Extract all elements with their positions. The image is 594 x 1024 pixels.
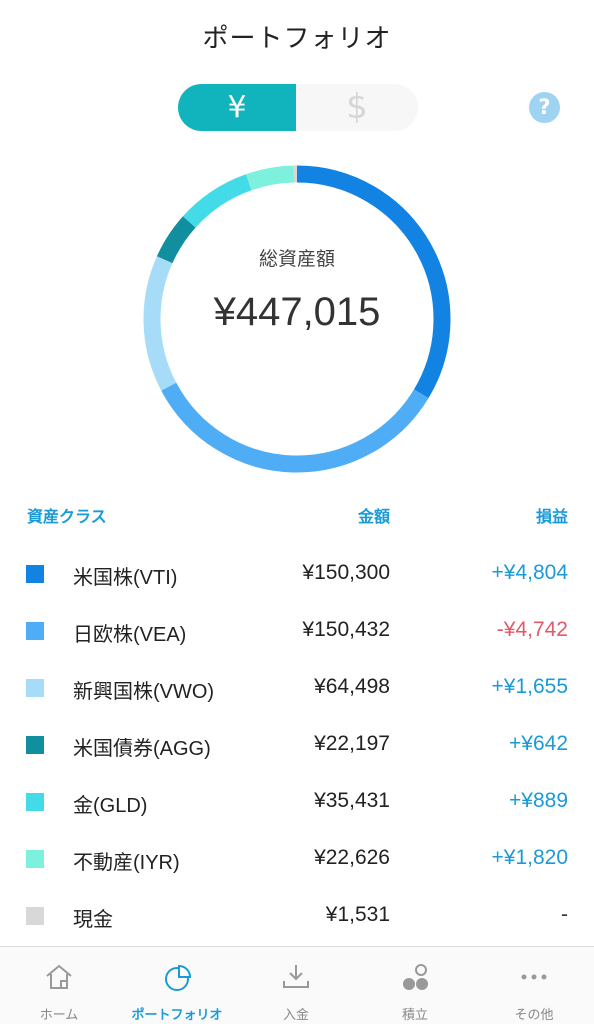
- deposit-icon: [283, 965, 309, 988]
- asset-profit-loss: +¥642: [509, 732, 568, 755]
- tab-label: ポートフォリオ: [131, 1008, 223, 1023]
- asset-class-header: 資産クラス: [27, 507, 107, 526]
- bottom-tab-bar: ホーム ポートフォリオ 入金 積立 その他: [0, 946, 594, 1024]
- tab-deposit[interactable]: 入金: [237, 947, 355, 1024]
- asset-amount: ¥64,498: [314, 675, 390, 698]
- asset-name: 新興国株(VWO): [73, 681, 215, 703]
- asset-name: 不動産(IYR): [73, 852, 180, 874]
- asset-amount: ¥1,531: [325, 903, 390, 926]
- asset-name: 日欧株(VEA): [73, 624, 187, 646]
- currency-toggle[interactable]: ¥ $: [178, 84, 418, 131]
- yen-toggle-button[interactable]: ¥: [178, 84, 296, 131]
- asset-profit-loss: -: [561, 903, 568, 926]
- asset-profit-loss: +¥1,820: [491, 846, 569, 869]
- tab-more[interactable]: その他: [475, 947, 593, 1024]
- asset-amount: ¥150,432: [302, 618, 390, 641]
- color-swatch: [26, 850, 44, 868]
- page-title: ポートフォリオ: [202, 24, 392, 54]
- portfolio-chart-icon: [165, 964, 192, 991]
- color-swatch: [26, 736, 44, 754]
- asset-name: 現金: [73, 909, 113, 931]
- asset-row-cash[interactable]: 現金 ¥1,531 -: [0, 887, 594, 944]
- asset-amount: ¥150,300: [302, 561, 390, 584]
- asset-row-iyr[interactable]: 不動産(IYR) ¥22,626 +¥1,820: [0, 830, 594, 887]
- tab-label: 積立: [401, 1008, 428, 1023]
- asset-row-vea[interactable]: 日欧株(VEA) ¥150,432 -¥4,742: [0, 602, 594, 659]
- profit-loss-header: 損益: [535, 507, 568, 526]
- tab-home[interactable]: ホーム: [0, 947, 118, 1024]
- savings-icon: [403, 964, 428, 990]
- tab-portfolio[interactable]: ポートフォリオ: [118, 947, 236, 1024]
- asset-name: 米国債券(AGG): [73, 738, 211, 760]
- total-assets-value: ¥447,015: [213, 290, 381, 334]
- asset-amount: ¥22,626: [314, 846, 390, 869]
- help-icon[interactable]: ?: [529, 92, 560, 123]
- more-icon: [521, 974, 547, 980]
- asset-amount: ¥35,431: [314, 789, 390, 812]
- asset-row-vti[interactable]: 米国株(VTI) ¥150,300 +¥4,804: [0, 545, 594, 602]
- asset-row-gld[interactable]: 金(GLD) ¥35,431 +¥889: [0, 773, 594, 830]
- asset-amount: ¥22,197: [314, 732, 390, 755]
- home-icon: [46, 964, 72, 989]
- color-swatch: [26, 793, 44, 811]
- tab-label: その他: [514, 1008, 554, 1023]
- total-assets: 総資産額 ¥447,015: [138, 160, 456, 478]
- color-swatch: [26, 679, 44, 697]
- tab-savings[interactable]: 積立: [356, 947, 474, 1024]
- asset-profit-loss: +¥1,655: [491, 675, 569, 698]
- asset-profit-loss: +¥4,804: [491, 561, 569, 584]
- asset-profit-loss: -¥4,742: [496, 618, 568, 641]
- asset-row-agg[interactable]: 米国債券(AGG) ¥22,197 +¥642: [0, 716, 594, 773]
- color-swatch: [26, 622, 44, 640]
- total-assets-label: 総資産額: [258, 248, 335, 270]
- color-swatch: [26, 907, 44, 925]
- amount-header: 金額: [357, 507, 390, 526]
- color-swatch: [26, 565, 44, 583]
- dollar-toggle-button[interactable]: $: [296, 84, 418, 131]
- tab-label: 入金: [282, 1008, 309, 1023]
- asset-profit-loss: +¥889: [509, 789, 568, 812]
- asset-row-vwo[interactable]: 新興国株(VWO) ¥64,498 +¥1,655: [0, 659, 594, 716]
- asset-name: 金(GLD): [73, 795, 148, 817]
- asset-list: 米国株(VTI) ¥150,300 +¥4,804 日欧株(VEA) ¥150,…: [0, 545, 594, 944]
- tab-label: ホーム: [39, 1008, 79, 1023]
- asset-name: 米国株(VTI): [73, 567, 178, 589]
